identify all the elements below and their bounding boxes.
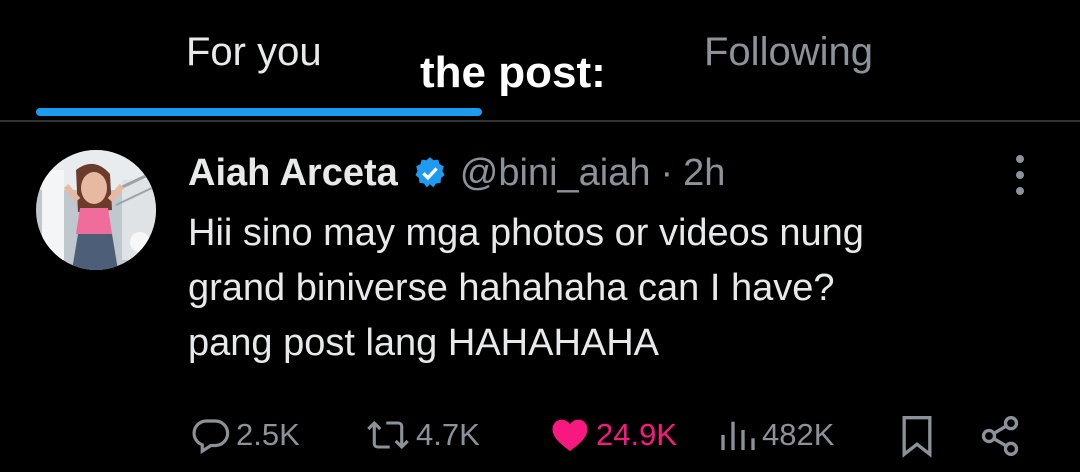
like-button[interactable]: 24.9K [548,414,677,456]
like-count: 24.9K [596,417,678,452]
repost-button[interactable]: 4.7K [364,414,480,456]
views-icon [721,421,755,450]
repost-icon [367,420,409,450]
tab-for-you[interactable]: For you [186,28,322,76]
reply-icon [192,419,230,454]
avatar-image [36,150,156,270]
timeline-tabs: For you Following the post: [0,0,1080,120]
repost-count: 4.7K [416,417,480,452]
action-bar: 2.5K 4.7K 24.9K 482K [0,406,1080,466]
post-text-line: Hii sino may mga photos or videos nung [188,212,864,254]
more-icon[interactable] [1010,153,1030,197]
post-header: Aiah Arceta @bini_aiah · 2h [188,148,725,198]
share-icon [981,416,1019,456]
share-button[interactable] [978,414,1026,458]
tab-following[interactable]: Following [704,28,873,76]
post-text: Hii sino may mga photos or videos nung g… [188,206,1048,371]
verified-badge-icon [415,157,445,188]
post-text-line: grand biniverse hahahaha can I have? [188,267,835,309]
divider [0,120,1080,122]
reply-count: 2.5K [236,417,300,452]
bookmark-icon [902,416,932,458]
bookmark-button[interactable] [900,414,938,458]
reply-button[interactable]: 2.5K [190,414,300,456]
avatar[interactable] [36,150,156,270]
post-text-line: pang post lang HAHAHAHA [188,322,660,364]
active-tab-indicator [36,108,482,116]
post-time[interactable]: 2h [683,152,725,195]
views-button[interactable]: 482K [718,414,834,456]
heart-icon [552,419,588,452]
separator: · [660,151,674,194]
author-name[interactable]: Aiah Arceta [188,152,398,195]
view-count: 482K [762,417,835,452]
caption-overlay: the post: [420,48,606,97]
author-handle[interactable]: @bini_aiah [460,152,651,195]
